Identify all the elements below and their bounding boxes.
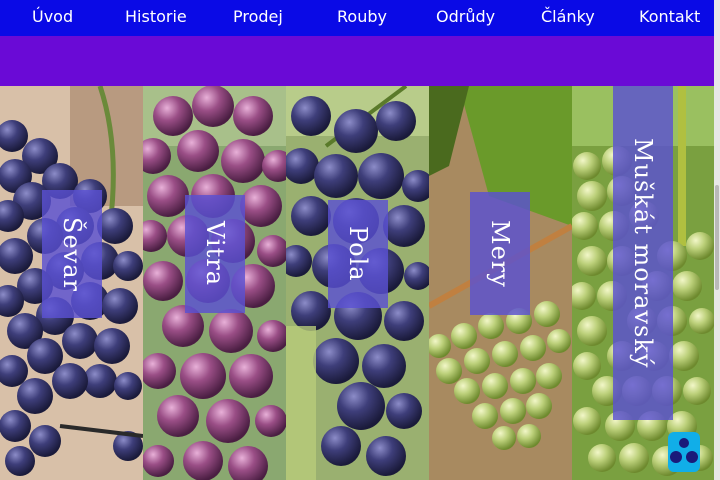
variety-panel-mery[interactable]: Mery bbox=[429, 86, 572, 480]
nav-rouby[interactable]: Rouby bbox=[337, 7, 387, 26]
app-logo-button[interactable] bbox=[668, 432, 700, 472]
variety-panel-sevar[interactable]: Ševar bbox=[0, 86, 143, 480]
nav-odrudy[interactable]: Odrůdy bbox=[436, 7, 495, 26]
variety-panel-pola[interactable]: Pola bbox=[286, 86, 429, 480]
variety-label-vitra: Vitra bbox=[185, 195, 245, 313]
variety-gallery: Ševar Vitra Pola Mery Muškát moravský bbox=[0, 86, 714, 480]
nav-clanky[interactable]: Články bbox=[541, 7, 595, 26]
main-nav: Úvod Historie Prodej Rouby Odrůdy Články… bbox=[0, 0, 714, 36]
variety-label-mery: Mery bbox=[470, 192, 530, 315]
variety-label-muskat-moravsky: Muškát moravský bbox=[613, 86, 673, 420]
nav-uvod[interactable]: Úvod bbox=[32, 7, 73, 26]
variety-label-pola: Pola bbox=[328, 200, 388, 308]
variety-label-sevar: Ševar bbox=[42, 190, 102, 318]
scrollbar-thumb[interactable] bbox=[715, 185, 719, 290]
variety-panel-vitra[interactable]: Vitra bbox=[143, 86, 286, 480]
header-band bbox=[0, 36, 714, 86]
nav-historie[interactable]: Historie bbox=[125, 7, 187, 26]
app-logo-icon bbox=[670, 438, 698, 463]
nav-kontakt[interactable]: Kontakt bbox=[639, 7, 700, 26]
variety-panel-muskat-moravsky[interactable]: Muškát moravský bbox=[572, 86, 714, 480]
nav-prodej[interactable]: Prodej bbox=[233, 7, 283, 26]
